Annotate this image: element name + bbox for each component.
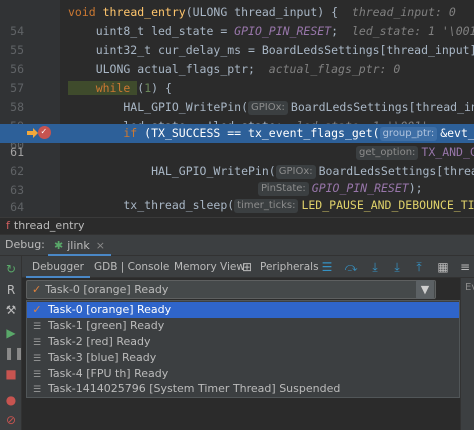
tab-jlink-session[interactable]: ✱ jlink ×: [48, 236, 111, 256]
breadcrumb[interactable]: f thread_entry: [0, 217, 474, 233]
stop-icon[interactable]: ■: [4, 367, 18, 381]
check-icon: ✓: [32, 303, 42, 316]
thread-selector-combo[interactable]: ✓Task-0 [orange] Ready ▼: [26, 280, 436, 299]
pause-icon[interactable]: ❚❚: [4, 346, 24, 360]
peripherals-icon: ⊞: [241, 260, 253, 274]
parameter-hint: GPIOx:: [248, 101, 288, 115]
check-icon: ✓: [32, 283, 42, 296]
function-name: thread_entry: [102, 5, 186, 19]
debug-label: Debug:: [5, 238, 45, 251]
breakpoint-check-icon: ✓: [41, 127, 47, 137]
selected-thread: Task-0 [orange] Ready: [45, 283, 169, 296]
code-line[interactable]: 65 tx_thread_sleep(timer_ticks:LED_PAUSE…: [0, 196, 474, 215]
code-line[interactable]: 57 ULONG actual_flags_ptr; actual_flags_…: [0, 60, 474, 95]
thread-option-label: Task-3 [blue] Ready: [48, 351, 157, 364]
current-execution-line[interactable]: 61 ✓ if (TX_SUCCESS == tx_event_flags_ge…: [0, 124, 474, 159]
code-text: BoardLedsSettings[thread_inp: [318, 164, 474, 178]
code-line[interactable]: 54 void thread_entry(ULONG thread_input)…: [0, 3, 474, 38]
thread-option-label: Task-4 [FPU th] Ready: [48, 367, 169, 380]
inline-value-hint: actual_flags_ptr: 0: [254, 62, 401, 76]
thread-dropdown-list: ✓ Task-0 [orange] Ready ☰ Task-1 [green] R…: [26, 300, 460, 398]
thread-option[interactable]: ☰ Task-3 [blue] Ready: [27, 350, 459, 366]
keyword: if: [68, 126, 145, 140]
step-over-icon[interactable]: ⤼: [344, 260, 358, 274]
code-text: &evt_group: [440, 126, 474, 140]
code-text: ;: [331, 24, 339, 38]
code-text: HAL_GPIO_WritePin(: [68, 100, 249, 114]
code-line[interactable]: 56 uint32_t cur_delay_ms = BoardLedsSett…: [0, 41, 474, 76]
parameter-hint: GPIOx:: [275, 165, 316, 179]
force-step-into-icon[interactable]: ⤓: [390, 260, 404, 274]
constant: GPIO_PIN_RESET: [234, 24, 332, 38]
parameter-hint: group_ptr:: [379, 127, 438, 141]
code-text: (ULONG thread_input) {: [185, 5, 339, 19]
tab-peripherals[interactable]: Peripherals: [254, 256, 325, 278]
keyword: while: [68, 81, 138, 95]
session-tab-label: jlink: [67, 239, 90, 252]
show-execution-point-icon[interactable]: ☰: [320, 260, 334, 274]
thread-option[interactable]: ✓ Task-0 [orange] Ready: [27, 302, 459, 318]
thread-option[interactable]: ☰ Task-4 [FPU th] Ready: [27, 366, 459, 382]
constant: TX_AND_CLE: [421, 145, 474, 159]
mute-breakpoints-icon[interactable]: ⊘: [4, 413, 18, 427]
thread-option-label: Task-1 [green] Ready: [48, 319, 165, 332]
parameter-hint: timer_ticks:: [234, 199, 299, 213]
frames-list-area: [22, 398, 460, 430]
thread-option[interactable]: ☰ Task-1 [green] Ready: [27, 318, 459, 334]
code-text: ) {: [151, 81, 172, 95]
constant: GPIO_PIN_RESET: [311, 181, 409, 195]
resume-icon[interactable]: ▶: [4, 326, 18, 340]
function-icon: f: [6, 219, 10, 232]
constant: LED_PAUSE_AND_DEBOUNCE_TIM: [301, 198, 474, 212]
code-text: uint32_t cur_delay_ms = BoardLedsSetting…: [68, 43, 474, 57]
tab-debugger[interactable]: Debugger: [26, 256, 90, 278]
code-line[interactable]: 55 uint8_t led_state = GPIO_PIN_RESET; l…: [0, 22, 474, 57]
code-text: HAL_GPIO_WritePin(: [68, 164, 276, 178]
code-text: BoardLedsSettings[thread_input].: [290, 100, 474, 114]
variables-pane-edge: Ev: [460, 278, 474, 430]
parameter-hint: get_option:: [356, 146, 419, 160]
wrench-icon[interactable]: ⚒: [4, 303, 18, 317]
reset-icon[interactable]: R: [4, 283, 18, 297]
evaluate-expression-icon[interactable]: ▦: [436, 260, 450, 274]
thread-option[interactable]: ☰ Task-2 [red] Ready: [27, 334, 459, 350]
frames-icon: ☰: [32, 385, 42, 395]
code-text: (TX_SUCCESS == tx_event_flags_get(: [144, 126, 380, 140]
thread-option-label: Task-0 [orange] Ready: [48, 303, 172, 316]
code-text: tx_thread_sleep(: [68, 198, 235, 212]
bug-icon: ✱: [54, 239, 64, 252]
code-line[interactable]: 62 get_option:TX_AND_CLE: [0, 143, 474, 178]
step-into-icon[interactable]: ⤓: [368, 260, 382, 274]
code-editor[interactable]: 54 void thread_entry(ULONG thread_input)…: [0, 0, 474, 217]
code-line[interactable]: 59 HAL_GPIO_WritePin(GPIOx:BoardLedsSett…: [0, 98, 474, 133]
code-text: ULONG actual_flags_ptr;: [68, 62, 255, 76]
view-breakpoints-icon[interactable]: ●: [4, 393, 18, 407]
thread-option-label: Task-2 [red] Ready: [48, 335, 151, 348]
step-out-icon[interactable]: ⤒: [412, 260, 426, 274]
debug-tool-window-header: Debug: ✱ jlink ×: [0, 234, 474, 256]
code-text: uint8_t led_state =: [68, 24, 235, 38]
pane-label-clipped: Ev: [465, 282, 474, 293]
breadcrumb-item[interactable]: thread_entry: [14, 219, 85, 232]
rerun-icon[interactable]: ↻: [4, 262, 18, 276]
tab-memory-view[interactable]: Memory View: [168, 256, 251, 278]
code-text: );: [408, 181, 423, 195]
filter-icon[interactable]: ▼: [416, 280, 434, 299]
thread-option[interactable]: ☰ Task-1414025796 [System Timer Thread] S…: [27, 381, 459, 397]
layout-icon[interactable]: ≡: [458, 260, 472, 274]
inline-value-hint: thread_input: 0: [338, 5, 456, 19]
inline-value-hint: led_state: 1 '\001': [338, 24, 474, 38]
keyword: void: [68, 5, 103, 19]
tab-gdb-console[interactable]: GDB | Console: [88, 256, 175, 278]
debugger-toolbar: Debugger GDB | Console Memory View ⊞ Per…: [22, 256, 474, 278]
parameter-hint: PinState:: [258, 182, 309, 196]
code-line[interactable]: 58 while (1) {: [0, 79, 474, 114]
debug-left-toolbar: ↻ R ⚒ ▶ ❚❚ ■ ● ⊘: [0, 256, 24, 430]
close-icon[interactable]: ×: [96, 239, 105, 252]
thread-option-label: Task-1414025796 [System Timer Thread] Su…: [48, 382, 341, 395]
